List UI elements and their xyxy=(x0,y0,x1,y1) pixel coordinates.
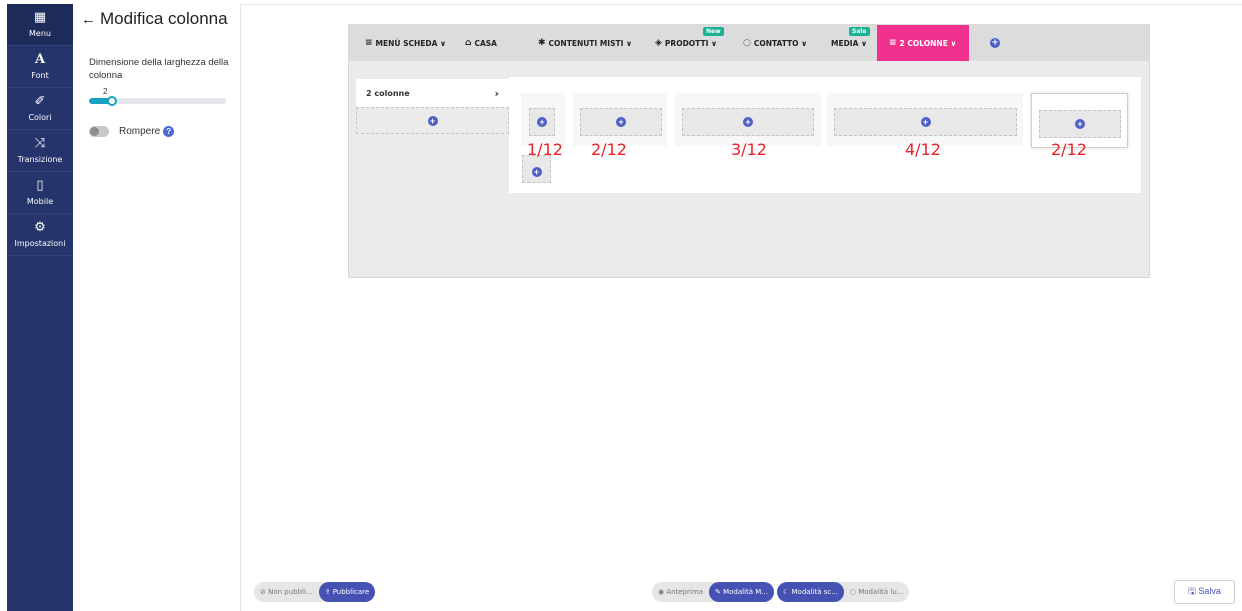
break-label: Rompere xyxy=(119,126,161,137)
menu-item-mixed-content[interactable]: ✱ CONTENUTI MISTI ∨ xyxy=(538,25,632,61)
menu-item-contact[interactable]: ◌ CONTATTO ∨ xyxy=(743,25,807,61)
width-label: Dimensione della larghezza della colonna xyxy=(89,57,229,81)
sidebar-item-menu[interactable]: ▦ Menu xyxy=(7,4,73,46)
font-icon: A xyxy=(34,52,46,67)
gear-icon: ⚙ xyxy=(34,220,46,235)
column-fraction-label: 4/12 xyxy=(905,140,941,159)
chat-icon: ◌ xyxy=(743,38,751,48)
page-title: ← Modifica colonna xyxy=(81,9,228,29)
sidebar-item-label: Transizione xyxy=(17,155,63,164)
menu-item-label: 2 COLONNE ∨ xyxy=(899,38,957,48)
add-icon: + xyxy=(743,117,753,127)
add-icon: + xyxy=(537,117,547,127)
menu-item-label: CONTENUTI MISTI ∨ xyxy=(548,38,633,48)
edit-mode-button[interactable]: ✎ Modalità M... xyxy=(708,582,774,602)
sidebar-rail: ▦ Menu A Font ✐ Colori ⤨ Transizione ▯ M… xyxy=(7,4,73,611)
column-fraction-label: 2/12 xyxy=(1051,140,1087,159)
sidebar-item-settings[interactable]: ⚙ Impostazioni xyxy=(7,214,73,256)
sidebar-item-label: Colori xyxy=(28,113,52,122)
sidebar-item-transition[interactable]: ⤨ Transizione xyxy=(7,130,73,172)
sidebar-item-label: Impostazioni xyxy=(14,239,66,248)
column-add-area[interactable]: + xyxy=(1039,110,1121,138)
column-add-area[interactable]: + xyxy=(529,108,555,136)
break-row: Rompere ? xyxy=(89,126,175,137)
panel-title-text: Modifica colonna xyxy=(100,9,228,28)
publish-status-group: ⊘ Non pubbli... ⇪ Pubblicare xyxy=(254,582,376,602)
column-add-area[interactable]: + xyxy=(580,108,662,136)
diamond-icon: ◈ xyxy=(655,38,662,48)
add-submenu-button[interactable]: + xyxy=(356,107,509,134)
column-2[interactable]: + xyxy=(573,93,667,146)
slider-handle[interactable] xyxy=(106,96,117,106)
menu-item-two-columns[interactable]: ≡ 2 COLONNE ∨ xyxy=(877,25,969,61)
add-icon: + xyxy=(427,115,438,126)
slider-value: 2 xyxy=(103,87,108,96)
sale-badge: Sale xyxy=(849,27,870,36)
sidebar-item-label: Menu xyxy=(29,29,51,38)
add-icon: + xyxy=(990,38,1000,48)
home-icon: ⌂ xyxy=(465,38,472,48)
top-divider xyxy=(241,4,1242,5)
column-4[interactable]: + xyxy=(827,93,1023,146)
app-window: ▦ Menu A Font ✐ Colori ⤨ Transizione ▯ M… xyxy=(0,0,1242,611)
menu-item-label: PRODOTTI ∨ xyxy=(664,38,718,48)
submenu-label: 2 colonne xyxy=(366,88,410,98)
menu-item-label: CASA xyxy=(474,38,497,48)
column-add-area[interactable]: + xyxy=(834,108,1017,136)
width-slider[interactable] xyxy=(89,96,226,106)
sidebar-item-font[interactable]: A Font xyxy=(7,46,73,88)
sidebar-item-label: Font xyxy=(31,71,49,80)
column-1[interactable]: + xyxy=(521,93,565,146)
theme-group: ☾ Modalità sc... ○ Modalità lu... xyxy=(777,582,910,602)
columns-container: + + 1/12 + 2/12 + 3/12 + 4/12 + 2/12 xyxy=(509,77,1141,193)
break-toggle[interactable] xyxy=(89,126,109,137)
save-button[interactable]: 🖫 Salva xyxy=(1174,580,1235,604)
column-fraction-label: 2/12 xyxy=(591,140,627,159)
add-icon: + xyxy=(531,167,542,177)
add-menu-item-button[interactable]: + xyxy=(990,25,1000,61)
preview-menubar: ≡ MENÙ SCHEDA ∨ ⌂ CASA ✱ CONTENUTI MISTI… xyxy=(349,25,1149,61)
column-3[interactable]: + xyxy=(675,93,821,146)
menu-item-home[interactable]: ⌂ CASA xyxy=(465,25,497,61)
column-add-area[interactable]: + xyxy=(682,108,814,136)
dark-mode-button[interactable]: ☾ Modalità sc... xyxy=(777,582,844,602)
sidebar-item-label: Mobile xyxy=(26,197,54,206)
add-icon: + xyxy=(616,117,626,127)
hamburger-icon: ≡ xyxy=(365,38,373,48)
submenu-item[interactable]: 2 colonne › xyxy=(356,79,509,107)
chevron-right-icon: › xyxy=(494,86,499,100)
unpublished-button[interactable]: ⊘ Non pubbli... xyxy=(254,582,319,602)
publish-button[interactable]: ⇪ Pubblicare xyxy=(318,582,376,602)
preview-button[interactable]: ◉ Anteprima xyxy=(652,582,709,602)
sidebar-item-mobile[interactable]: ▯ Mobile xyxy=(7,172,73,214)
column-fraction-label: 1/12 xyxy=(527,140,563,159)
column-add-area[interactable]: + xyxy=(522,155,551,183)
menu-item-tab-menu[interactable]: ≡ MENÙ SCHEDA ∨ xyxy=(365,25,446,61)
new-badge: New xyxy=(703,27,724,36)
menu-item-label: CONTATTO ∨ xyxy=(753,38,808,48)
add-icon: + xyxy=(920,117,931,127)
wheat-icon: ✱ xyxy=(538,38,546,48)
column-fraction-label: 3/12 xyxy=(731,140,767,159)
sidebar-item-colors[interactable]: ✐ Colori xyxy=(7,88,73,130)
add-icon: + xyxy=(1075,119,1085,129)
menu-item-label: MENÙ SCHEDA ∨ xyxy=(375,38,447,48)
mobile-icon: ▯ xyxy=(36,178,44,193)
shuffle-icon: ⤨ xyxy=(34,136,46,151)
back-arrow-icon[interactable]: ← xyxy=(81,11,96,28)
column-settings-panel: ← Modifica colonna Dimensione della largh… xyxy=(73,4,241,611)
menu-preview: ≡ MENÙ SCHEDA ∨ ⌂ CASA ✱ CONTENUTI MISTI… xyxy=(348,24,1150,278)
grid-icon: ▦ xyxy=(33,10,47,25)
light-mode-button[interactable]: ○ Modalità lu... xyxy=(844,582,910,602)
brush-icon: ✐ xyxy=(34,94,46,109)
hamburger-icon: ≡ xyxy=(889,38,897,48)
help-icon[interactable]: ? xyxy=(163,126,175,137)
mode-group: ◉ Anteprima ✎ Modalità M... xyxy=(652,582,774,602)
menu-item-label: MEDIA ∨ xyxy=(831,38,868,48)
